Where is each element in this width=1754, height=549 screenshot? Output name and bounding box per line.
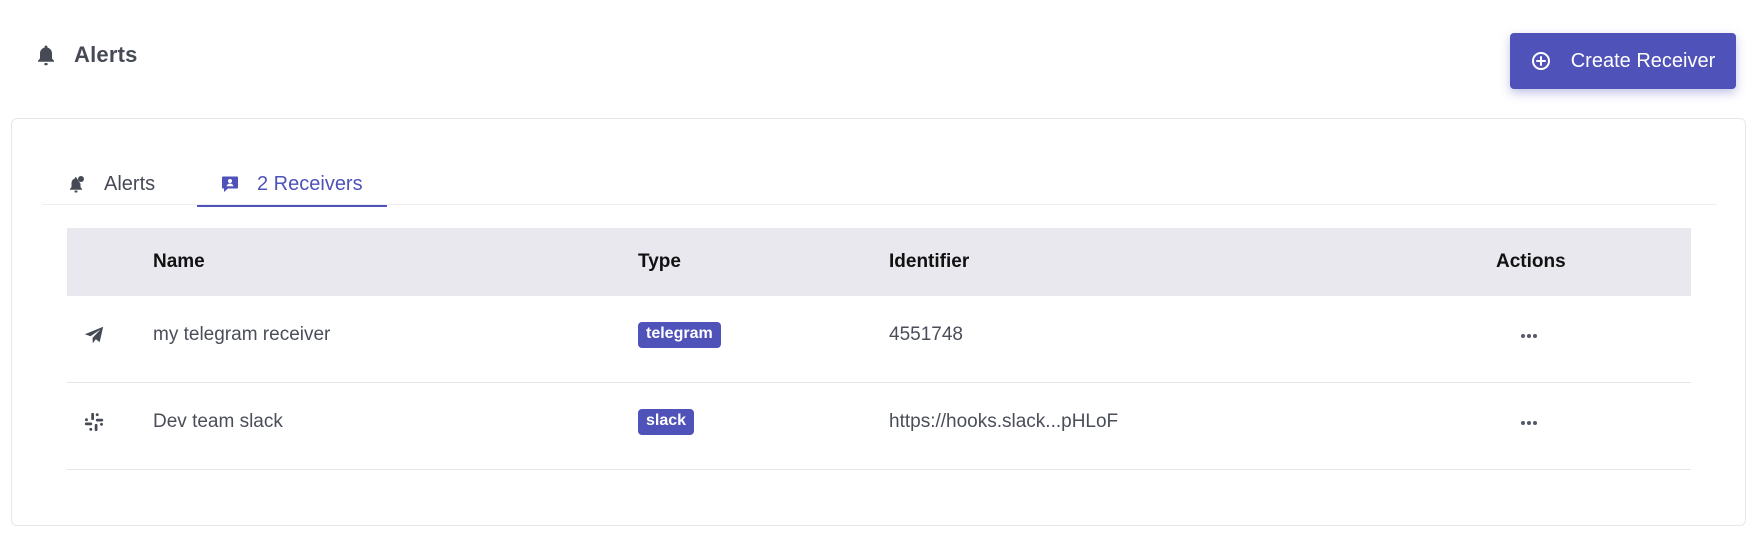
receiver-chat-icon	[221, 175, 239, 193]
receiver-name: Dev team slack	[153, 411, 283, 432]
tab-receivers[interactable]: 2 Receivers	[197, 163, 387, 207]
row-actions-button[interactable]	[1511, 411, 1547, 435]
tab-alerts[interactable]: Alerts	[68, 163, 155, 205]
telegram-icon	[81, 322, 107, 348]
type-badge: slack	[638, 408, 695, 435]
slack-icon	[81, 409, 107, 435]
page-title: Alerts	[74, 42, 138, 67]
column-header-actions: Actions	[1496, 251, 1566, 272]
tab-receivers-label: 2 Receivers	[257, 172, 363, 195]
receiver-identifier: 4551748	[889, 324, 963, 345]
plus-circle-icon	[1531, 51, 1551, 71]
receiver-type: telegram	[638, 296, 721, 374]
receiver-name: my telegram receiver	[153, 324, 331, 345]
tab-bar: Alerts 2 Receivers	[42, 163, 1717, 207]
table-header: Name Type Identifier Actions	[67, 228, 1691, 296]
page-title-wrap: Alerts	[36, 42, 138, 68]
table-row[interactable]: Dev team slack slack https://hooks.slack…	[67, 383, 1691, 470]
row-actions-button[interactable]	[1511, 324, 1547, 348]
more-horizontal-icon	[1521, 421, 1537, 425]
receiver-identifier: https://hooks.slack...pHLoF	[889, 411, 1119, 432]
column-header-identifier[interactable]: Identifier	[889, 228, 969, 296]
type-badge: telegram	[638, 321, 721, 348]
page-header: Alerts Create Receiver	[0, 0, 1754, 110]
table-row[interactable]: my telegram receiver telegram 4551748	[67, 296, 1691, 383]
more-horizontal-icon	[1521, 334, 1537, 338]
tab-alerts-label: Alerts	[104, 172, 156, 195]
receiver-type: slack	[638, 383, 695, 461]
receivers-table: Name Type Identifier Actions my telegram…	[67, 228, 1691, 470]
bell-badge-icon	[68, 175, 86, 193]
column-header-type[interactable]: Type	[638, 228, 681, 296]
receivers-card: Alerts 2 Receivers Name Type Identifier …	[11, 118, 1746, 526]
column-header-name[interactable]: Name	[153, 228, 205, 296]
bell-icon	[36, 44, 56, 66]
create-receiver-button[interactable]: Create Receiver	[1510, 33, 1736, 89]
create-receiver-label: Create Receiver	[1570, 49, 1716, 72]
